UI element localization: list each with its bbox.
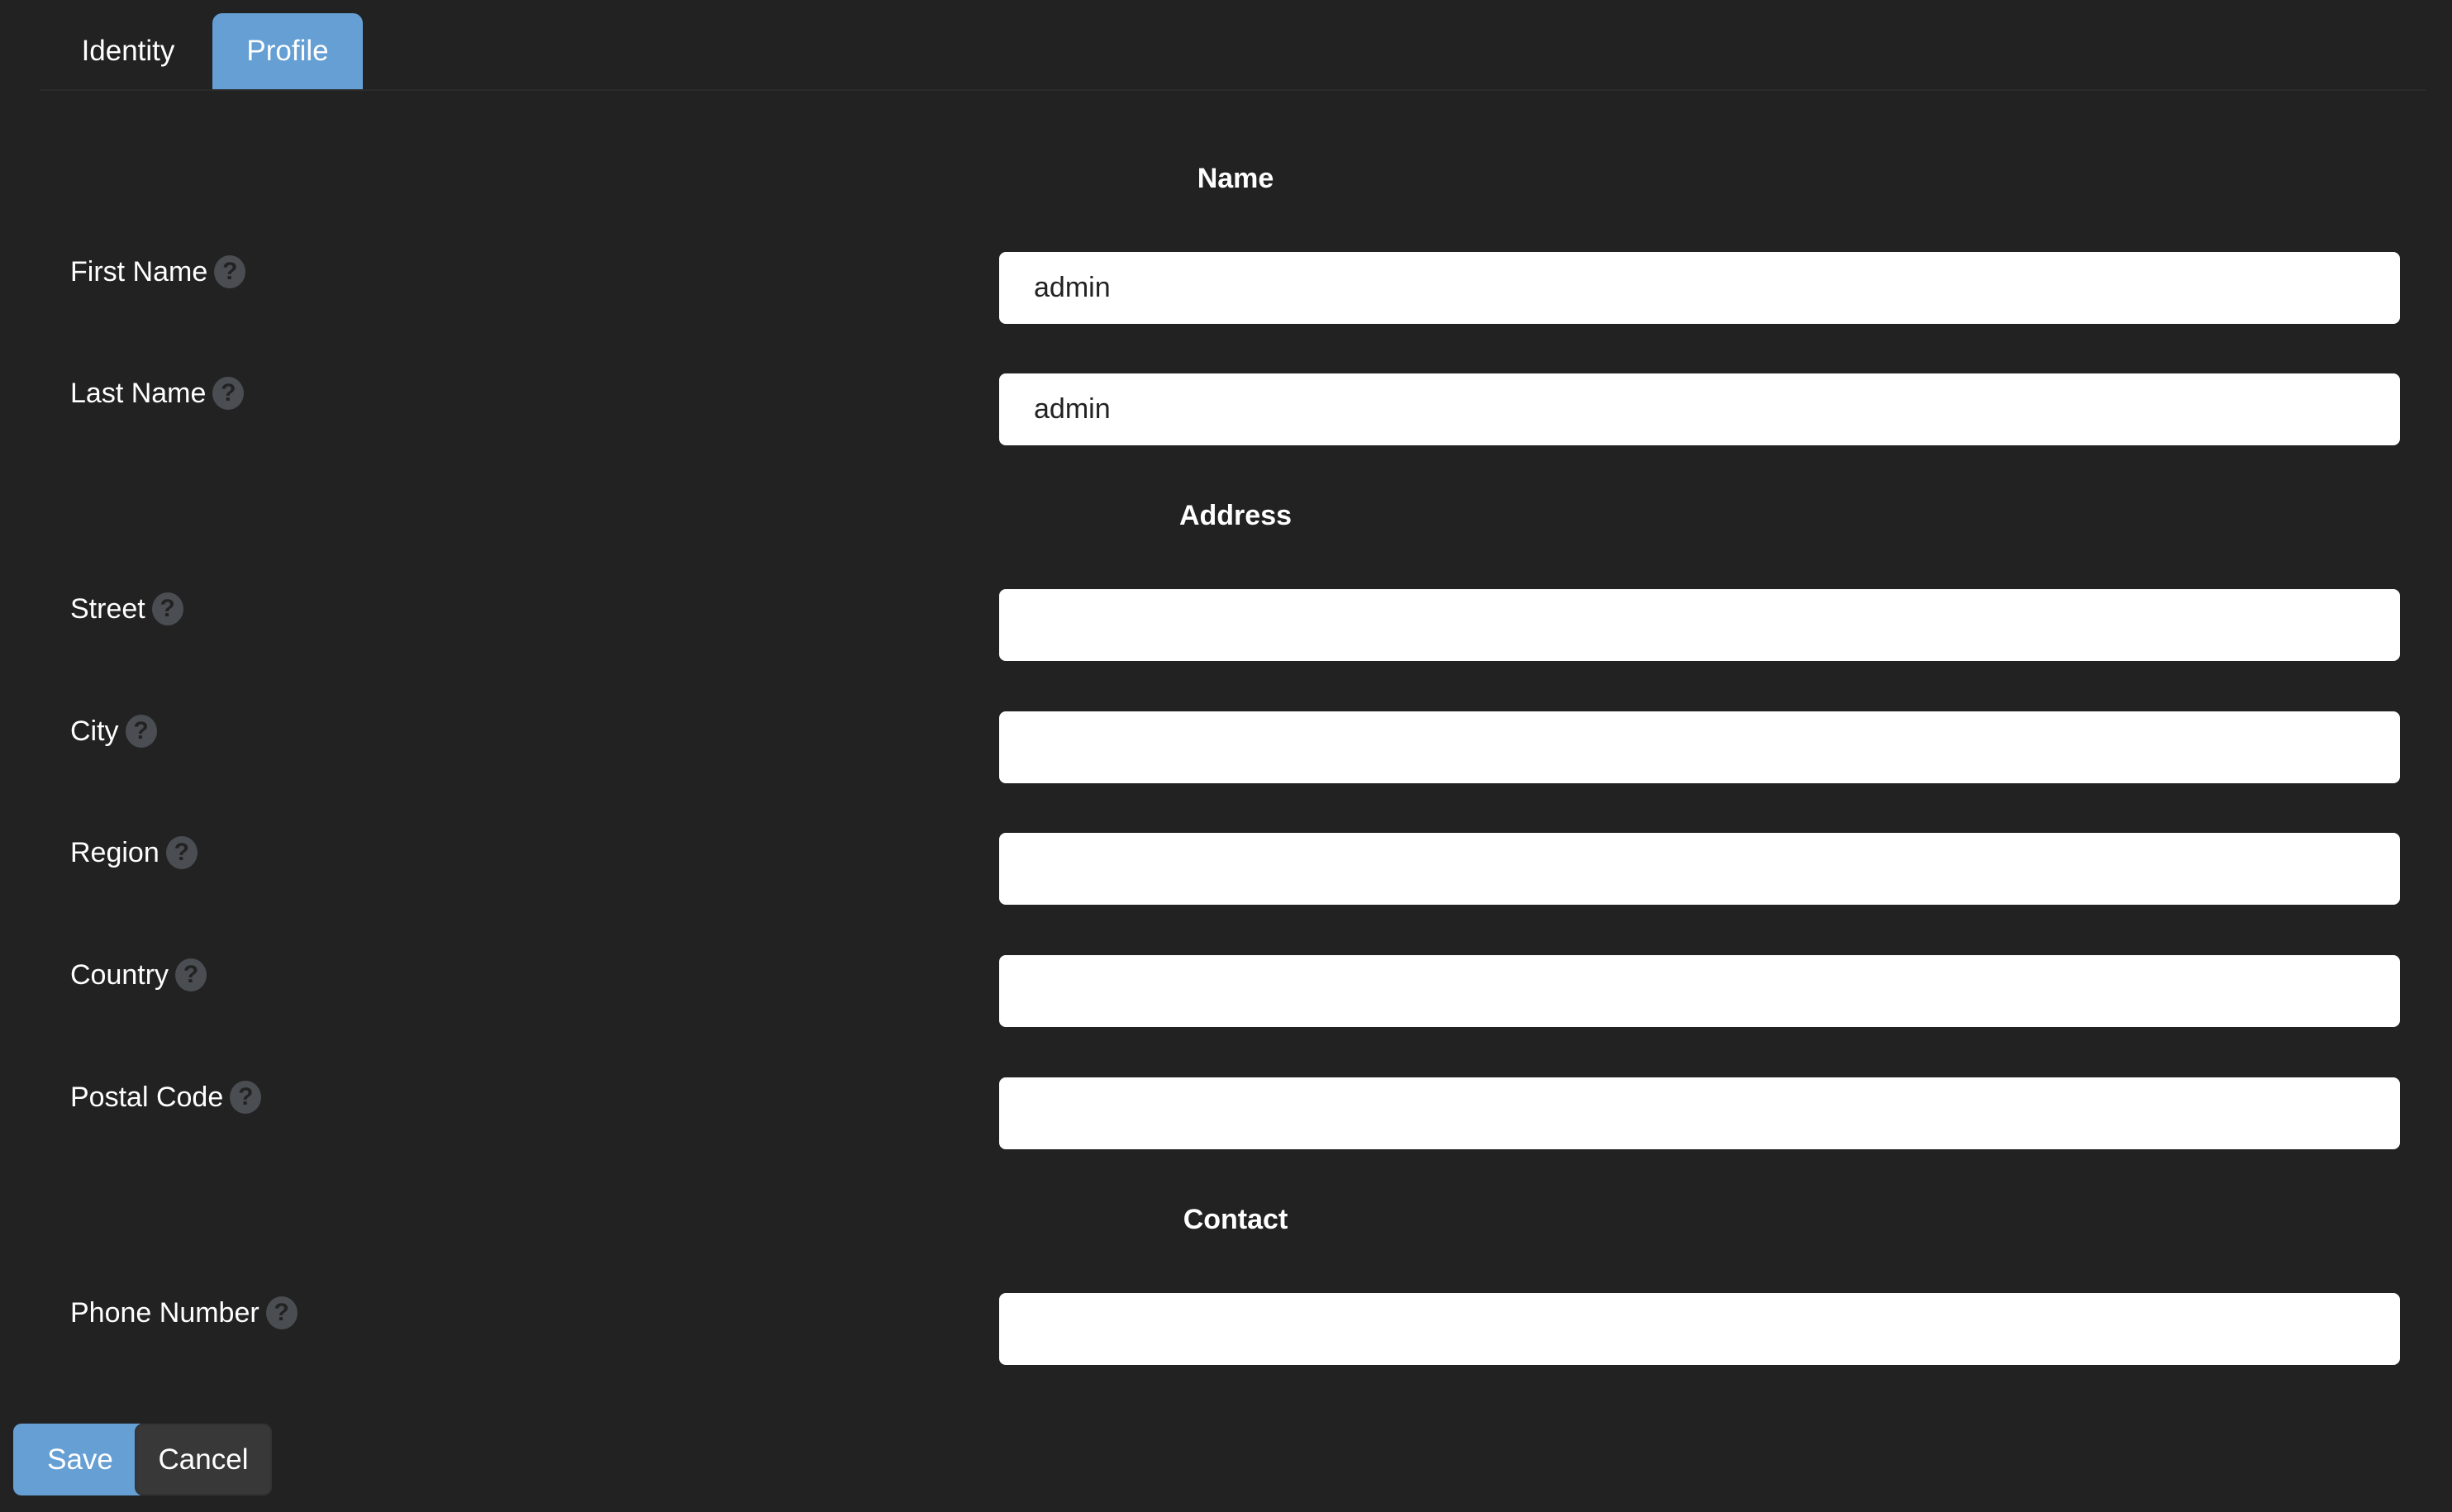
tab-divider [40,89,2426,91]
country-input[interactable] [999,955,2400,1027]
field-label-text: Region [70,836,159,868]
country-label: Country? [70,958,207,991]
help-icon[interactable]: ? [175,958,207,991]
city-label: City? [70,715,157,748]
help-icon[interactable]: ? [151,592,183,625]
help-icon[interactable]: ? [125,715,157,748]
tab-identity[interactable]: Identity [58,13,198,89]
last-name-input[interactable] [999,373,2400,445]
city-input[interactable] [999,711,2400,783]
section-name-heading: Name [1197,163,1274,194]
postal-code-input[interactable] [999,1077,2400,1149]
field-label-text: Postal Code [70,1081,224,1113]
field-label-text: City [70,715,119,747]
street-label: Street? [70,592,183,625]
first-name-input[interactable] [999,252,2400,324]
help-icon[interactable]: ? [214,255,246,288]
field-label-text: Country [70,958,169,991]
help-icon[interactable]: ? [230,1081,262,1114]
phone-number-label: Phone Number? [70,1296,298,1329]
field-label-text: Phone Number [70,1296,259,1329]
help-icon[interactable]: ? [165,836,198,869]
phone-number-input[interactable] [999,1293,2400,1365]
cancel-button[interactable]: Cancel [135,1424,272,1495]
section-contact-heading: Contact [1183,1204,1288,1235]
save-button[interactable]: Save [13,1424,147,1495]
field-label-text: Street [70,592,145,625]
field-label-text: Last Name [70,377,207,409]
region-input[interactable] [999,833,2400,905]
region-label: Region? [70,836,198,869]
help-icon[interactable]: ? [265,1296,298,1329]
tab-profile[interactable]: Profile [212,13,363,89]
last-name-label: Last Name? [70,377,245,410]
street-input[interactable] [999,589,2400,661]
postal-code-label: Postal Code? [70,1081,262,1114]
first-name-label: First Name? [70,255,246,288]
field-label-text: First Name [70,255,208,288]
help-icon[interactable]: ? [212,377,245,410]
section-address-heading: Address [1178,500,1293,531]
